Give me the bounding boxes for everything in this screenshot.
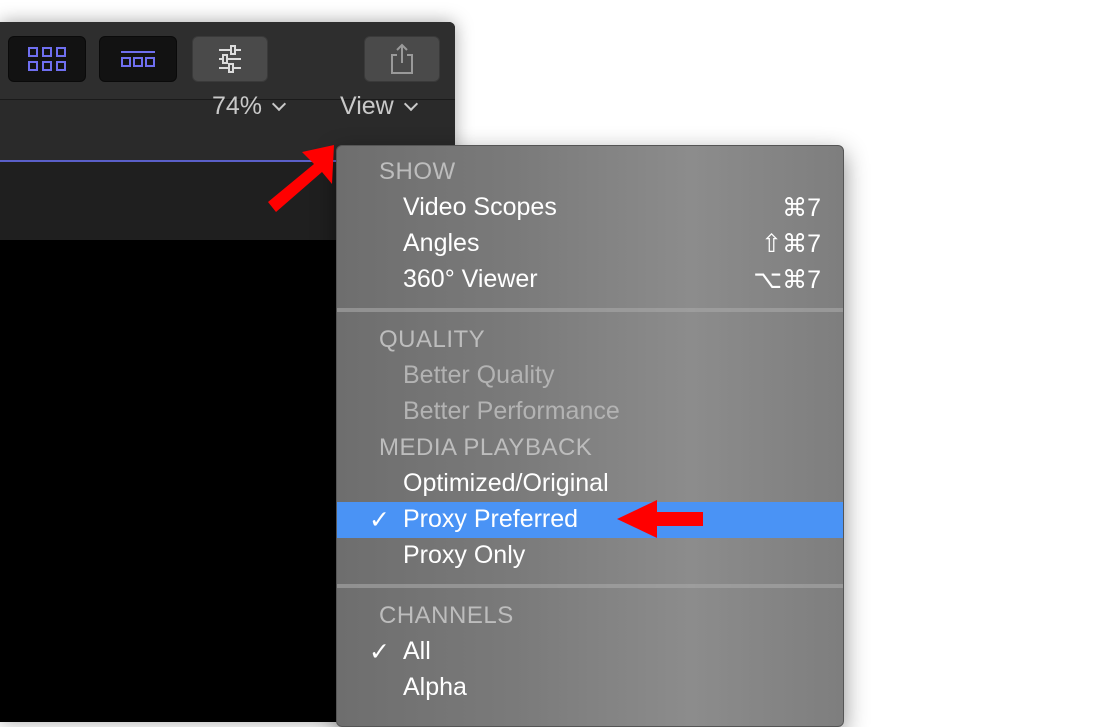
menu-item-shortcut: ⌥⌘7 bbox=[753, 266, 821, 294]
menu-item-label: Video Scopes bbox=[403, 193, 557, 221]
menu-item-label: Alpha bbox=[403, 673, 467, 701]
menu-separator bbox=[337, 308, 843, 312]
toolbar bbox=[0, 22, 455, 100]
menu-item-alpha[interactable]: Alpha bbox=[337, 670, 843, 706]
menu-item-label: Angles bbox=[403, 229, 480, 257]
menu-item-label: Proxy Preferred bbox=[403, 505, 579, 533]
menu-item-label: Better Quality bbox=[403, 361, 555, 389]
inspector-sliders-icon bbox=[219, 45, 241, 73]
zoom-label: 74% bbox=[212, 92, 263, 120]
browser-grid-button[interactable] bbox=[8, 36, 86, 82]
chevron-down-icon bbox=[403, 96, 418, 111]
menu-item-all[interactable]: ✓ All bbox=[337, 634, 843, 670]
menu-item-label: 360° Viewer bbox=[403, 265, 538, 293]
view-label: View bbox=[340, 92, 394, 120]
menu-item-label: Better Performance bbox=[403, 397, 620, 425]
menu-item-proxy-only[interactable]: Proxy Only bbox=[337, 538, 843, 574]
menu-item-label: Optimized/Original bbox=[403, 469, 609, 497]
zoom-popup[interactable]: 74% bbox=[212, 92, 287, 121]
share-button[interactable] bbox=[364, 36, 440, 82]
section-header-show: SHOW bbox=[379, 158, 456, 185]
chevron-down-icon bbox=[271, 96, 287, 111]
view-menu-button[interactable]: View bbox=[340, 92, 418, 121]
checkmark-icon: ✓ bbox=[369, 506, 390, 534]
menu-item-better-quality: Better Quality bbox=[337, 358, 843, 394]
timeline-filmstrip-icon bbox=[121, 51, 155, 67]
section-header-quality: QUALITY bbox=[379, 326, 486, 353]
section-header-media-playback: MEDIA PLAYBACK bbox=[379, 434, 593, 461]
menu-item-shortcut: ⌘7 bbox=[782, 194, 821, 222]
inspector-button[interactable] bbox=[192, 36, 268, 82]
menu-item-shortcut: ⇧⌘7 bbox=[761, 230, 821, 258]
section-header-channels: CHANNELS bbox=[379, 602, 514, 629]
menu-item-optimized-original[interactable]: Optimized/Original bbox=[337, 466, 843, 502]
browser-grid-icon bbox=[28, 47, 66, 71]
view-dropdown-menu: SHOW Video Scopes ⌘7 Angles ⇧⌘7 360° Vie… bbox=[336, 145, 844, 727]
menu-item-360-viewer[interactable]: 360° Viewer ⌥⌘7 bbox=[337, 262, 843, 298]
menu-item-label: Proxy Only bbox=[403, 541, 526, 569]
menu-item-video-scopes[interactable]: Video Scopes ⌘7 bbox=[337, 190, 843, 226]
timeline-button[interactable] bbox=[99, 36, 177, 82]
menu-item-better-performance: Better Performance bbox=[337, 394, 843, 430]
menu-item-proxy-preferred[interactable]: ✓ Proxy Preferred bbox=[337, 502, 843, 538]
menu-item-label: All bbox=[403, 637, 431, 665]
checkmark-icon: ✓ bbox=[369, 638, 390, 666]
menu-item-angles[interactable]: Angles ⇧⌘7 bbox=[337, 226, 843, 262]
share-icon bbox=[391, 43, 413, 74]
menu-separator bbox=[337, 584, 843, 588]
